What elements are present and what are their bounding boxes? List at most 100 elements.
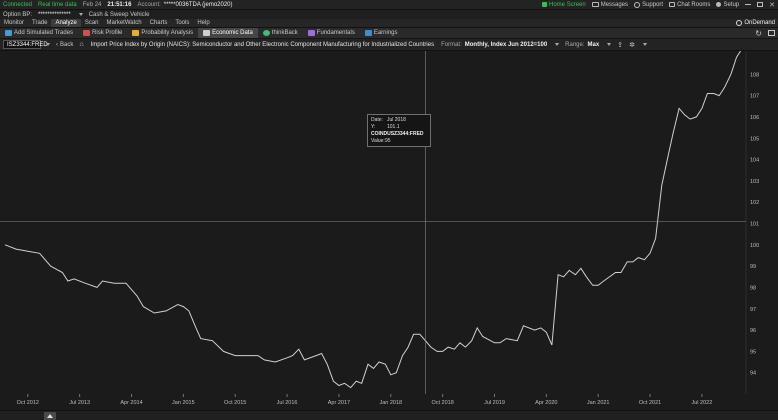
fundamentals-button[interactable]: Fundamentals (303, 28, 360, 38)
main-nav: Monitor Trade Analyze Scan MarketWatch C… (0, 19, 778, 28)
gear-icon: ✲ (629, 41, 635, 49)
x-tick-label: Jan 2021 (587, 400, 610, 406)
thinkback-button[interactable]: thinkBack (258, 28, 303, 38)
probability-icon (132, 30, 140, 36)
y-tick-label: 97 (750, 307, 756, 313)
tab-scan[interactable]: Scan (81, 19, 103, 27)
format-label: Format: (441, 41, 462, 48)
chart-settings-button[interactable]: ✲ (626, 39, 638, 50)
risk-profile-label: Risk Profile (92, 30, 123, 36)
home-button[interactable]: ⌂ (76, 39, 86, 50)
account-selector[interactable]: *****0036TDA (jemo2020) (164, 0, 236, 9)
chevron-down-icon (642, 43, 647, 46)
tooltip-value-row: Value: 95 (371, 138, 427, 145)
house-icon: ⌂ (79, 41, 84, 48)
range-selector[interactable]: Max (588, 39, 603, 50)
refresh-button[interactable]: ↻ (752, 28, 765, 38)
maximize-icon (757, 2, 764, 7)
share-button[interactable]: ⇪ (614, 39, 626, 50)
chat-rooms-link[interactable]: Chat Rooms (666, 0, 713, 9)
symbol-input[interactable]: ISZ3344:FRED (3, 40, 48, 49)
tab-tools[interactable]: Tools (171, 19, 193, 27)
setup-label: Setup (723, 1, 740, 8)
x-tick-label: Oct 2012 (17, 400, 39, 406)
range-label: Range: (565, 41, 585, 48)
x-tick-label: Apr 2020 (535, 400, 557, 406)
x-tick-label: Oct 2018 (431, 400, 453, 406)
range-dropdown[interactable] (602, 39, 614, 50)
y-tick-label: 103 (750, 179, 759, 185)
tab-charts[interactable]: Charts (146, 19, 172, 27)
symbol-dropdown[interactable] (41, 39, 53, 50)
y-tick-label: 99 (750, 264, 756, 270)
ondemand-button[interactable]: OnDemand (733, 19, 778, 27)
analyze-toolbar: Add Simulated Trades Risk Profile Probab… (0, 28, 778, 39)
probability-analysis-button[interactable]: Probability Analysis (127, 28, 198, 38)
tooltip-y-row: Y: 101.1 (371, 124, 427, 131)
tooltip-value-label: Value: (371, 138, 385, 144)
window-minimize-button[interactable] (742, 0, 754, 9)
format-selector[interactable]: Monthly, Index Jun 2012=100 (465, 39, 550, 50)
format-dropdown[interactable] (550, 39, 562, 50)
tooltip-date-row: Date: Jul 2018 (371, 117, 427, 124)
back-button[interactable]: ‹ Back (53, 39, 76, 50)
y-tick-label: 96 (750, 328, 756, 334)
x-tick-label: Jan 2015 (172, 400, 195, 406)
home-screen-link[interactable]: Home Screen (539, 0, 589, 9)
status-date: Feb 24 (82, 1, 102, 8)
window-close-button[interactable]: ✕ (766, 0, 778, 9)
option-bp-dropdown[interactable] (74, 10, 86, 19)
refresh-icon: ↻ (755, 28, 762, 38)
window-maximize-button[interactable] (754, 0, 766, 9)
gear-icon (716, 2, 722, 7)
tab-marketwatch[interactable]: MarketWatch (103, 19, 146, 27)
add-simulated-trades-button[interactable]: Add Simulated Trades (0, 28, 78, 38)
setup-link[interactable]: Setup (713, 0, 742, 9)
thinkback-label: thinkBack (271, 30, 298, 36)
connection-status: Connected (3, 1, 33, 8)
support-link[interactable]: Support (631, 0, 666, 9)
earnings-button[interactable]: Earnings (360, 28, 403, 38)
tooltip-y-label: Y: (371, 124, 376, 130)
ondemand-icon (736, 20, 743, 26)
y-tick-label: 107 (750, 94, 759, 100)
tooltip-date-value: Jul 2018 (387, 117, 406, 123)
x-tick-label: Oct 2021 (639, 400, 661, 406)
y-tick-label: 95 (750, 349, 756, 355)
tab-monitor[interactable]: Monitor (0, 19, 28, 27)
x-tick-label: Jul 2013 (69, 400, 90, 406)
envelope-icon (591, 2, 599, 7)
economic-data-label: Economic Data (212, 30, 253, 36)
tab-analyze[interactable]: Analyze (51, 19, 81, 27)
option-bp-label: Option BP: (3, 11, 33, 18)
account-bar: Option BP: ************** Cash & Sweep V… (0, 10, 778, 19)
risk-profile-button[interactable]: Risk Profile (78, 28, 127, 38)
tab-help[interactable]: Help (193, 19, 213, 27)
y-tick-label: 100 (750, 243, 759, 249)
add-simulated-trades-label: Add Simulated Trades (14, 30, 74, 36)
window-toggle-button[interactable] (765, 28, 778, 38)
tab-trade[interactable]: Trade (28, 19, 51, 27)
y-tick-label: 94 (750, 371, 756, 377)
earnings-label: Earnings (373, 30, 398, 36)
economic-data-chart[interactable]: Oct 2012 Jul 2013 Apr 2014 Jan 2015 Oct 2015… (0, 51, 778, 410)
chat-rooms-label: Chat Rooms (677, 1, 711, 8)
settings-dropdown[interactable] (638, 39, 650, 50)
back-label: Back (60, 41, 74, 48)
chevron-down-icon (555, 43, 560, 46)
messages-link[interactable]: Messages (589, 0, 631, 9)
economic-data-button[interactable]: Economic Data (198, 28, 258, 38)
x-tick-label: Jul 2019 (484, 400, 505, 406)
expand-panel-button[interactable] (44, 412, 56, 420)
realtime-status: Real time data (38, 1, 77, 8)
support-label: Support (642, 1, 664, 8)
minimize-icon (745, 4, 752, 5)
home-screen-label: Home Screen (549, 1, 586, 8)
x-tick-label: Jan 2018 (379, 400, 402, 406)
fundamentals-label: Fundamentals (316, 30, 355, 36)
status-bar: Connected Real time data Feb 24 21:51:16… (0, 0, 778, 10)
bottom-bar (0, 410, 778, 420)
y-tick-label: 108 (750, 72, 759, 78)
home-icon (542, 2, 548, 7)
tooltip-date-label: Date: (371, 117, 383, 123)
